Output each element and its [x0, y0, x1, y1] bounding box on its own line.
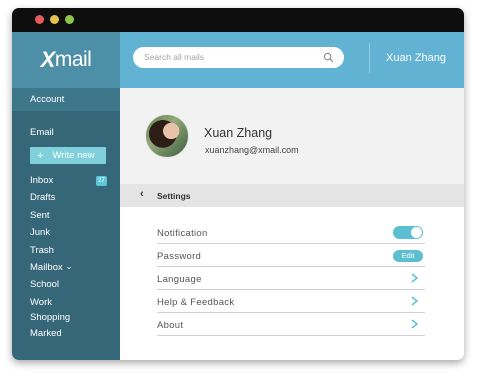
close-button[interactable] [35, 15, 44, 24]
plus-icon: + [37, 149, 44, 162]
search-input[interactable]: Search all mails [133, 47, 344, 68]
sidebar-item-email[interactable]: Email [30, 127, 54, 138]
search-placeholder: Search all mails [144, 52, 204, 62]
mailbox-label: Mailbox [30, 262, 63, 273]
settings-title: Settings [157, 191, 191, 201]
chevron-right-icon[interactable] [411, 273, 418, 283]
header-divider [369, 43, 370, 73]
profile-email: xuanzhang@xmail.com [205, 145, 299, 155]
sidebar-item-work[interactable]: Work [30, 297, 52, 308]
sidebar-item-school[interactable]: School [30, 279, 59, 290]
chevron-down-icon: ⌄ [65, 262, 73, 271]
sidebar-item-inbox[interactable]: Inbox [30, 175, 53, 186]
settings-row-about[interactable]: About [157, 314, 425, 336]
write-new-label: Write new [52, 150, 95, 161]
sidebar-item-sent[interactable]: Sent [30, 210, 50, 221]
chevron-right-icon[interactable] [411, 319, 418, 329]
logo-x: X [40, 47, 56, 72]
minimize-button[interactable] [50, 15, 59, 24]
sidebar-item-junk[interactable]: Junk [30, 227, 50, 238]
settings-row-help[interactable]: Help & Feedback [157, 291, 425, 313]
header-bar: Search all mails Xuan Zhang [120, 32, 464, 88]
settings-header: ‹ Settings [120, 184, 464, 207]
settings-row-label: Notification [157, 228, 208, 239]
profile-card: Xuan Zhang xuanzhang@xmail.com [120, 88, 464, 184]
settings-row-label: Help & Feedback [157, 297, 235, 308]
logo-text: mail [54, 48, 92, 71]
chevron-left-icon[interactable]: ‹ [140, 188, 144, 200]
search-icon[interactable] [323, 52, 334, 63]
sidebar-item-marked[interactable]: Marked [30, 328, 62, 339]
maximize-button[interactable] [65, 15, 74, 24]
sidebar-item-drafts[interactable]: Drafts [30, 192, 55, 203]
write-new-button[interactable]: + Write new [30, 147, 106, 164]
toggle-knob [411, 227, 422, 238]
inbox-count-badge: 27 [96, 176, 107, 186]
settings-list: Notification Password Edit Language Help… [120, 207, 464, 360]
settings-row-label: Password [157, 251, 202, 262]
settings-row-notification[interactable]: Notification [157, 222, 425, 244]
settings-row-label: About [157, 320, 184, 331]
edit-password-button[interactable]: Edit [393, 250, 423, 262]
settings-row-label: Language [157, 274, 202, 285]
sidebar: Xmail Account Email + Write new Inbox 27… [12, 32, 120, 360]
header-user-name[interactable]: Xuan Zhang [386, 52, 446, 64]
title-bar [12, 8, 464, 32]
settings-row-language[interactable]: Language [157, 268, 425, 290]
avatar[interactable] [145, 114, 189, 158]
chevron-right-icon[interactable] [411, 296, 418, 306]
sidebar-item-trash[interactable]: Trash [30, 245, 54, 256]
profile-name: Xuan Zhang [204, 126, 273, 140]
sidebar-item-account[interactable]: Account [12, 88, 120, 111]
app-logo[interactable]: Xmail [12, 32, 120, 88]
sidebar-item-mailbox[interactable]: Mailbox ⌄ [30, 262, 72, 273]
mail-app-window: Xmail Account Email + Write new Inbox 27… [12, 8, 464, 360]
settings-row-password[interactable]: Password Edit [157, 245, 425, 267]
sidebar-item-shopping[interactable]: Shopping [30, 312, 70, 323]
notification-toggle[interactable] [393, 226, 423, 239]
